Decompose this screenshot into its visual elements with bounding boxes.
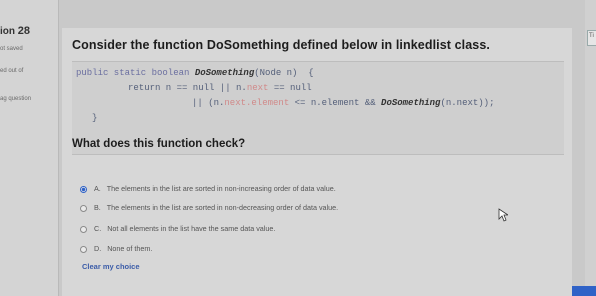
answer-options: A. The elements in the list are sorted in… [72, 176, 552, 280]
mouse-cursor-icon [498, 208, 508, 222]
option-c[interactable]: C. Not all elements in the list have the … [80, 224, 275, 233]
radio-icon[interactable] [80, 225, 87, 233]
flag-question-link[interactable]: ag question [0, 96, 31, 102]
radio-selected-icon[interactable] [80, 185, 87, 193]
question-prompt: What does this function check? [72, 138, 246, 150]
question-title: Consider the function DoSomething define… [72, 38, 490, 52]
radio-icon[interactable] [80, 204, 87, 212]
code-line-4: } [92, 113, 98, 123]
code-line-1: public static boolean DoSomething(Node n… [76, 68, 314, 78]
clear-choice-link[interactable]: Clear my choice [82, 262, 140, 271]
save-status: ot saved [0, 46, 23, 52]
question-info-sidebar: ion 28 ot saved ed out of ag question [0, 0, 59, 296]
code-line-3: || (n.next.element <= n.element && DoSom… [192, 98, 495, 108]
option-a[interactable]: A. The elements in the list are sorted in… [80, 184, 336, 193]
option-b[interactable]: B. The elements in the list are sorted in… [80, 203, 338, 212]
marks-info: ed out of [0, 68, 24, 74]
question-panel: Consider the function DoSomething define… [62, 28, 572, 296]
code-line-2: return n == null || n.next == null [128, 83, 312, 93]
question-number: ion 28 [0, 25, 31, 37]
radio-icon[interactable] [80, 245, 87, 253]
next-button-edge[interactable] [572, 286, 596, 296]
option-d[interactable]: D. None of them. [80, 244, 152, 253]
right-panel-tab[interactable]: Ti [587, 30, 596, 46]
